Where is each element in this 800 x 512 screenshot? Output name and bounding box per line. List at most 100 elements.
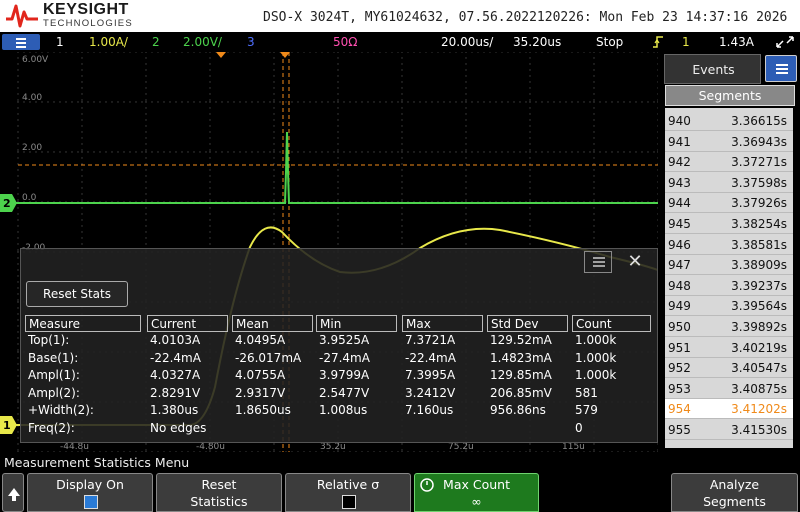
segment-number: 941 (668, 134, 691, 149)
segment-row[interactable]: 940 3.36615s (665, 111, 793, 131)
stats-cell-measure: Ampl(2): (28, 385, 80, 400)
ch1-number[interactable]: 1 (56, 35, 64, 49)
events-tab[interactable]: Events (664, 54, 761, 84)
segment-row[interactable]: 946 3.38581s (665, 235, 793, 255)
segment-number: 945 (668, 217, 691, 231)
stats-cell-std: 956.86ns (490, 403, 546, 417)
segment-time: 3.36615s (731, 114, 787, 128)
column-header: Count (572, 315, 651, 332)
trigger-level[interactable]: 1.43A (719, 35, 754, 49)
segment-row[interactable]: 945 3.38254s (665, 214, 793, 234)
x-label: -44.8u (60, 442, 89, 452)
stats-cell-mean: 1.8650us (235, 403, 291, 417)
analyze-segments-softkey[interactable]: Analyze Segments (671, 473, 798, 512)
stats-cell-current: 4.0103A (150, 333, 201, 347)
stats-cell-count: 1.000k (575, 350, 617, 365)
keysight-logo-icon (6, 4, 38, 28)
ch1-scale[interactable]: 1.00A/ (89, 35, 128, 49)
segment-row[interactable]: 955 3.41530s (665, 420, 793, 440)
arrow-up-icon (8, 488, 20, 501)
segment-row[interactable]: 942 3.37271s (665, 152, 793, 173)
timebase-delay[interactable]: 35.20us (513, 35, 561, 49)
max-count-softkey[interactable]: Max Count ∞ (414, 473, 539, 512)
segment-time: 3.36943s (731, 134, 787, 149)
trigger-channel[interactable]: 1 (682, 35, 690, 49)
measurement-stats-panel: ✕ Reset Stats Measure Current Mean Min M… (20, 248, 658, 443)
waveform-display[interactable]: 6.00V 4.00 2.00 0.0 -2.00 -44.8u -4.80u … (0, 52, 658, 452)
x-axis-labels: -44.8u -4.80u 35.2u 75.2u 115u (60, 442, 585, 452)
brand-subtitle: TECHNOLOGIES (43, 18, 133, 29)
reset-stats-button[interactable]: Reset Stats (26, 281, 128, 307)
stats-cell-std: 206.85mV (490, 385, 552, 400)
close-icon[interactable]: ✕ (621, 251, 649, 273)
x-label: -4.80u (196, 442, 225, 452)
relative-sigma-softkey[interactable]: Relative σ (285, 473, 411, 512)
trigger-edge-icon (653, 36, 663, 48)
run-state: Stop (596, 35, 624, 49)
checkbox-unchecked-icon (342, 495, 356, 509)
segment-number: 947 (668, 258, 691, 273)
segment-row[interactable]: 953 3.40875s (665, 379, 793, 399)
svg-text:1: 1 (3, 419, 11, 432)
segments-list[interactable]: 940 3.36615s 941 3.36943s 942 3.37271s 943 3.37… (665, 108, 793, 448)
segment-row[interactable]: 949 3.39564s (665, 296, 793, 317)
timebase-scale[interactable]: 20.00us/ (441, 35, 493, 49)
segment-time: 3.39564s (731, 299, 787, 314)
stats-cell-max: 7.160us (405, 403, 454, 417)
segment-number: 940 (668, 114, 691, 128)
softkey-label: Statistics (190, 494, 248, 509)
segment-row[interactable]: 947 3.38909s (665, 255, 793, 276)
ch2-scale[interactable]: 2.00V/ (183, 35, 222, 49)
x-label: 75.2u (448, 442, 474, 452)
segment-row[interactable]: 943 3.37598s (665, 173, 793, 193)
main-menu-button[interactable] (2, 34, 40, 50)
ch2-number[interactable]: 2 (152, 35, 160, 49)
stats-cell-measure: Ampl(1): (28, 368, 80, 382)
ch1-ground-marker[interactable]: 1 (0, 416, 17, 434)
y-label: 4.00 (22, 93, 42, 103)
stats-cell-std: 129.52mA (490, 333, 552, 347)
stats-cell-measure: Top(1): (28, 333, 70, 347)
stats-cell-min (316, 420, 397, 437)
stats-cell-min: 3.9799A (319, 368, 370, 382)
segment-time: 3.38254s (731, 217, 787, 231)
header-bar: KEYSIGHT TECHNOLOGIES DSO-X 3024T, MY610… (0, 0, 800, 32)
brand-name: KEYSIGHT (43, 1, 129, 18)
ch2-ground-marker[interactable]: 2 (0, 194, 17, 212)
ch3-number[interactable]: 3 (247, 35, 255, 49)
stats-cell-current: No edges (150, 420, 207, 435)
channel-status-bar: 1 1.00A/ 2 2.00V/ 3 50Ω 20.00us/ 35.20us… (0, 32, 800, 52)
softkey-label: Reset (201, 477, 237, 492)
segment-row[interactable]: 941 3.36943s (665, 132, 793, 152)
stats-cell-std (487, 420, 568, 437)
stats-cell-min: 2.5477V (319, 385, 370, 400)
display-on-softkey[interactable]: Display On (27, 473, 153, 512)
softkey-label: Max Count (443, 477, 510, 492)
softkey-value: ∞ (471, 494, 482, 509)
segment-row[interactable]: 954 3.41202s (665, 399, 793, 420)
expand-arrows-icon[interactable] (774, 34, 796, 50)
segment-number: 953 (668, 381, 691, 396)
segment-row[interactable]: 948 3.39237s (665, 276, 793, 296)
stats-cell-measure: Freq(2): (28, 420, 75, 435)
segment-row[interactable]: 950 3.39892s (665, 317, 793, 337)
ch4-impedance[interactable]: 50Ω (333, 35, 357, 49)
reset-statistics-softkey[interactable]: Reset Statistics (156, 473, 282, 512)
menu-up-button[interactable] (2, 473, 24, 512)
segment-time: 3.40219s (731, 340, 787, 355)
y-label: 2.00 (22, 143, 42, 153)
stats-cell-count: 581 (575, 385, 598, 400)
segment-row[interactable]: 952 3.40547s (665, 358, 793, 379)
stats-list-icon[interactable] (584, 251, 612, 273)
stats-cell-current: 1.380us (150, 403, 199, 417)
segment-number: 944 (668, 196, 691, 211)
segment-row[interactable]: 951 3.40219s (665, 338, 793, 358)
events-panel: Events Segments 940 3.36615s 941 3.36943s 94… (658, 52, 800, 452)
x-label: 35.2u (320, 442, 346, 452)
stats-cell-mean: -26.017mA (235, 350, 302, 365)
column-header: Measure (25, 315, 141, 332)
segments-button[interactable]: Segments (665, 85, 795, 106)
panel-menu-button[interactable] (765, 55, 797, 82)
segment-time: 3.41202s (731, 402, 787, 417)
segment-row[interactable]: 944 3.37926s (665, 193, 793, 214)
